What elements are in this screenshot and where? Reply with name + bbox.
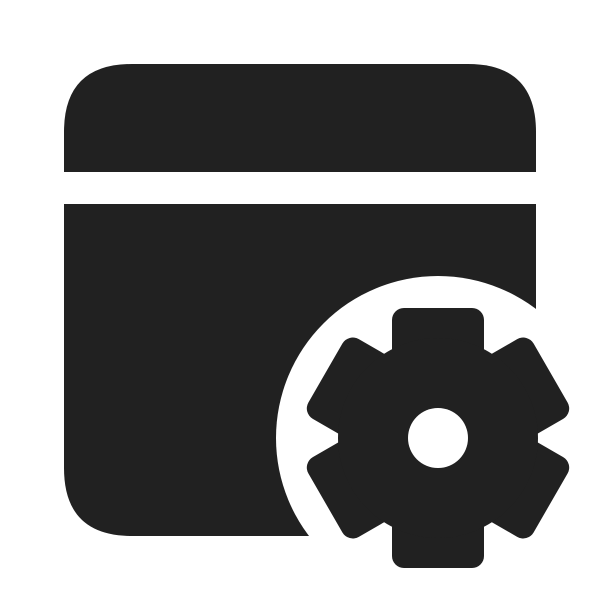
window-title-bar-shape [64,64,536,172]
gear-icon [302,308,574,568]
app-window-settings-icon [64,64,574,568]
app-window-settings-icon-container [0,0,600,600]
gear-center-hole [408,408,468,468]
